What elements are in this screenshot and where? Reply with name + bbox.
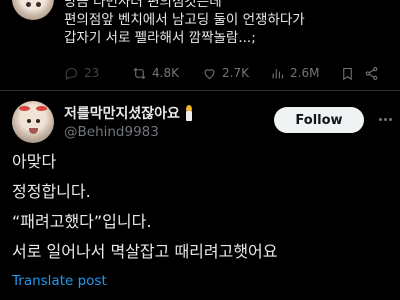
previous-tweet-actions: 23 4.8K 2.7K 2.6M bbox=[64, 64, 384, 82]
like-button[interactable]: 2.7K bbox=[202, 64, 249, 82]
more-icon bbox=[383, 117, 387, 121]
tweet-line: 아맞다 bbox=[12, 152, 57, 171]
avatar-blush bbox=[36, 106, 47, 111]
views-count: 2.6M bbox=[290, 66, 320, 80]
previous-tweet-line: 방금 라면사러 편의점갓는데 bbox=[64, 0, 222, 10]
follow-button[interactable]: Follow bbox=[274, 107, 364, 133]
author-name-row[interactable]: 저를막만지셨잖아요 bbox=[64, 104, 194, 122]
tweet-line: “패려고했다”입니다. bbox=[12, 212, 152, 231]
tweet-thread-screen: 방금 라면사러 편의점갓는데 편의점앞 벤치에서 남고딩 둘이 언쟁하다가 갑자… bbox=[0, 0, 400, 300]
avatar-eye bbox=[26, 2, 31, 7]
retweet-count: 4.8K bbox=[152, 66, 179, 80]
reply-count: 23 bbox=[84, 66, 100, 80]
more-icon bbox=[388, 117, 392, 121]
author-display-name[interactable]: 저를막만지셨잖아요 bbox=[64, 103, 180, 123]
like-icon bbox=[204, 68, 215, 79]
retweet-button[interactable]: 4.8K bbox=[132, 64, 179, 82]
avatar-blush bbox=[19, 106, 30, 111]
translate-post-link[interactable]: Translate post bbox=[12, 273, 107, 289]
avatar-eye bbox=[27, 119, 31, 123]
previous-tweet[interactable]: 방금 라면사러 편의점갓는데 편의점앞 벤치에서 남고딩 둘이 언쟁하다가 갑자… bbox=[0, 0, 400, 88]
views-icon bbox=[272, 68, 284, 78]
previous-tweet-line: 갑자기 서로 펠라해서 깜짝놀람...; bbox=[64, 30, 256, 46]
views-button[interactable]: 2.6M bbox=[270, 64, 319, 82]
reply-button[interactable]: 23 bbox=[64, 64, 99, 82]
candle-body bbox=[185, 111, 192, 121]
avatar-mouth bbox=[29, 128, 38, 134]
avatar-eye bbox=[36, 119, 40, 123]
candle-icon bbox=[184, 105, 194, 121]
tweet-line: 서로 일어나서 멱살잡고 때리려고햇어요 bbox=[12, 242, 278, 261]
previous-tweet-avatar[interactable] bbox=[12, 0, 54, 20]
reply-icon bbox=[65, 67, 77, 80]
tweet-divider bbox=[0, 90, 400, 91]
author-handle[interactable]: @Behind9983 bbox=[64, 124, 159, 140]
previous-tweet-line: 편의점앞 벤치에서 남고딩 둘이 언쟁하다가 bbox=[64, 12, 305, 28]
tweet-line: 정정합니다. bbox=[12, 182, 91, 201]
previous-tweet-text: 방금 라면사러 편의점갓는데 편의점앞 벤치에서 남고딩 둘이 언쟁하다가 갑자… bbox=[64, 0, 394, 47]
avatar-eye bbox=[36, 2, 41, 7]
share-button[interactable] bbox=[364, 64, 379, 82]
author-avatar[interactable] bbox=[12, 101, 54, 143]
more-options-button[interactable] bbox=[376, 110, 394, 128]
bookmark-button[interactable] bbox=[340, 64, 355, 82]
more-icon bbox=[378, 117, 382, 121]
share-icon bbox=[365, 66, 378, 80]
tweet-body: 아맞다 정정합니다. “패려고했다”입니다. 서로 일어나서 멱살잡고 때리려고… bbox=[12, 150, 392, 270]
like-count: 2.7K bbox=[222, 66, 249, 80]
bookmark-icon bbox=[343, 67, 352, 80]
retweet-icon bbox=[133, 67, 146, 79]
